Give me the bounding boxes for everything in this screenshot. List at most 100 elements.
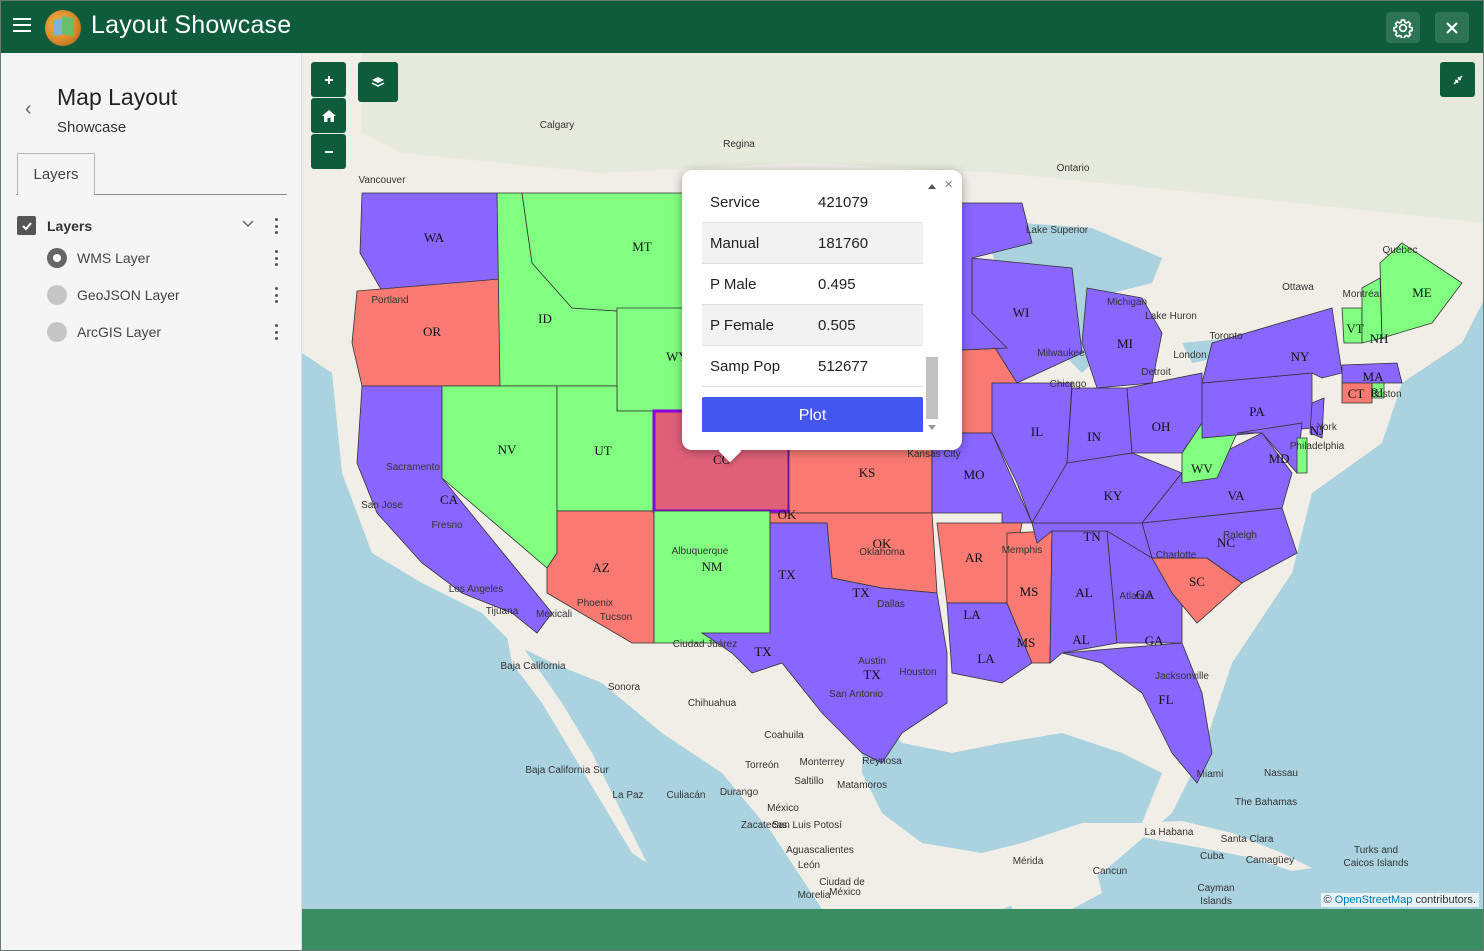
layer-menu-icon[interactable] [274, 287, 278, 303]
layers-button[interactable] [358, 62, 398, 102]
popup-key: P Female [710, 317, 774, 334]
popup-value: 512677 [818, 358, 869, 375]
popup-key: P Male [710, 276, 757, 293]
state-label: ME [1412, 285, 1432, 300]
layer-group-checkbox[interactable] [17, 216, 36, 235]
popup-value: 0.505 [818, 317, 856, 334]
state-label: NY [1291, 349, 1310, 364]
place-label: Oklahoma [859, 547, 905, 558]
state-label: AL [1075, 585, 1092, 600]
scroll-down-arrow-icon[interactable] [928, 425, 936, 430]
popup-key: Manual [710, 235, 760, 252]
state-label: IN [1087, 429, 1101, 444]
scroll-up-arrow-icon[interactable] [928, 184, 936, 189]
place-label: Philadelphia [1290, 441, 1345, 452]
layer-group-menu-icon[interactable] [274, 218, 278, 234]
place-label: La Paz [612, 790, 643, 801]
layer-radio[interactable] [47, 322, 67, 342]
osm-link[interactable]: OpenStreetMap [1335, 894, 1413, 906]
place-label: Boston [1370, 389, 1401, 400]
popup-close-button[interactable]: × [944, 176, 953, 193]
app-header: Layout Showcase [1, 1, 1483, 53]
chevron-down-icon[interactable] [241, 219, 255, 229]
layer-label: ArcGIS Layer [77, 324, 162, 340]
state-label: PA [1249, 404, 1265, 419]
place-label: México [829, 887, 861, 898]
place-label: Baja California [500, 661, 565, 672]
state-label: FL [1158, 692, 1173, 707]
layer-radio[interactable] [47, 248, 67, 268]
state-label: VT [1346, 321, 1363, 336]
home-button[interactable] [311, 98, 346, 133]
place-label: Cayman [1197, 883, 1234, 894]
place-label: Mérida [1013, 856, 1044, 867]
place-label: Nassau [1264, 768, 1298, 779]
place-label: Regina [723, 139, 755, 150]
state-label: NH [1370, 331, 1389, 346]
popup-scrollbar[interactable] [926, 182, 938, 432]
collapse-button[interactable] [1440, 62, 1475, 97]
popup-key: Samp Pop [710, 358, 781, 375]
app-title: Layout Showcase [91, 11, 292, 39]
state-label: OR [423, 324, 441, 339]
layer-menu-icon[interactable] [274, 250, 278, 266]
collapse-icon [1453, 75, 1462, 84]
plot-button[interactable]: Plot [702, 397, 923, 432]
layer-radio[interactable] [47, 285, 67, 305]
state-label: OK [778, 507, 797, 522]
state-label: MS [1020, 584, 1039, 599]
state-label: TN [1083, 529, 1101, 544]
state-label: WI [1013, 305, 1030, 320]
place-label: Phoenix [577, 598, 613, 609]
place-label: Portland [371, 295, 408, 306]
place-label: San Jose [361, 500, 403, 511]
tab-layers[interactable]: Layers [17, 153, 95, 195]
state-in [1066, 387, 1133, 464]
place-label: Fresno [431, 520, 463, 531]
checkmark-icon [21, 221, 32, 230]
state-label: AL [1072, 632, 1089, 647]
state-label: GA [1145, 633, 1164, 648]
scrollbar-thumb[interactable] [926, 357, 938, 419]
place-label: Morelia [798, 890, 831, 901]
state-label: NV [498, 442, 517, 457]
plus-icon [324, 75, 333, 84]
close-button[interactable] [1435, 12, 1469, 43]
state-az [546, 510, 655, 644]
zoom-out-button[interactable] [311, 134, 346, 169]
state-label: WV [1191, 461, 1213, 476]
place-label: Houston [899, 667, 936, 678]
gear-icon [1393, 18, 1413, 38]
minus-icon [324, 150, 333, 153]
close-icon [1446, 21, 1458, 34]
state-label: KY [1104, 488, 1123, 503]
layer-menu-icon[interactable] [274, 324, 278, 340]
place-label: Matamoros [837, 780, 887, 791]
zoom-in-button[interactable] [311, 62, 346, 97]
app-logo [45, 10, 81, 46]
menu-icon[interactable] [13, 18, 31, 36]
place-label: Aguascalientes [786, 845, 854, 856]
state-label: WA [424, 230, 445, 245]
sidebar-subtitle: Showcase [57, 119, 127, 136]
state-label: MD [1269, 451, 1290, 466]
place-label: The Bahamas [1235, 797, 1297, 808]
place-label: Ciudad Juárez [673, 639, 737, 650]
place-label: Milwaukee [1037, 348, 1085, 359]
state-label: MO [964, 467, 985, 482]
place-label: Austin [858, 656, 886, 667]
state-label: TX [754, 644, 772, 659]
state-label: TX [852, 585, 870, 600]
map-view[interactable]: WA OR ID MT WY CA NV UT AZ CO NM KS OK O… [302, 53, 1483, 909]
popup-row: Samp Pop 512677 [702, 346, 923, 387]
state-label: MT [632, 239, 652, 254]
state-label: CA [440, 492, 459, 507]
settings-button[interactable] [1386, 12, 1420, 43]
back-chevron-icon[interactable]: ‹ [25, 98, 32, 121]
place-label: León [798, 860, 820, 871]
layer-label: GeoJSON Layer [77, 287, 180, 303]
place-label: Québec [1382, 245, 1417, 256]
place-label: Kansas City [907, 449, 960, 460]
feature-popup: × Service 421079 Manual 181760 P Male 0.495… [682, 170, 962, 463]
state-label: SC [1189, 574, 1205, 589]
